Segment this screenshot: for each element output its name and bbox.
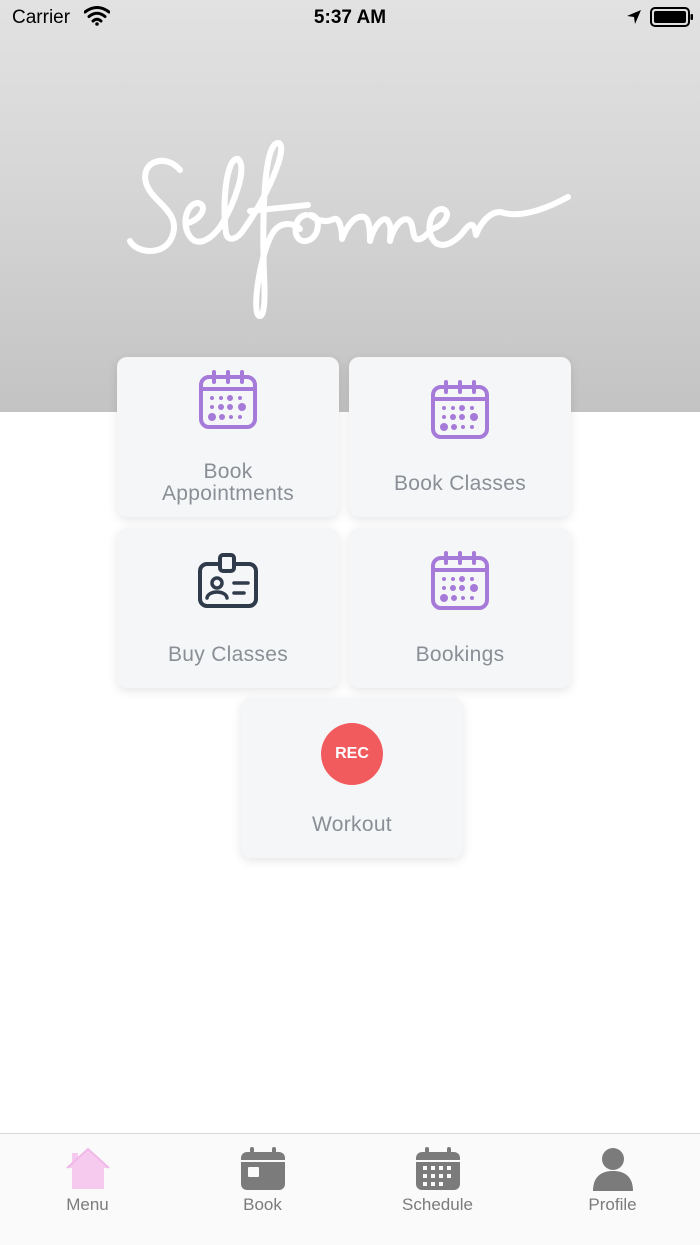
tab-profile[interactable]: Profile xyxy=(525,1134,700,1234)
status-time: 5:37 AM xyxy=(313,7,387,28)
status-bar: Carrier 5:37 AM xyxy=(0,0,700,40)
calendar-dots-icon xyxy=(431,380,489,439)
tile-label: Book Classes xyxy=(394,472,526,495)
tab-label: Book xyxy=(243,1195,282,1214)
tile-label: Bookings xyxy=(415,643,505,666)
home-icon xyxy=(66,1147,110,1189)
header-banner: Carrier 5:37 AM xyxy=(0,0,700,412)
buy-classes-tile[interactable]: Buy Classes xyxy=(117,528,339,688)
rec-badge: REC xyxy=(321,723,383,785)
book-appointments-tile[interactable]: Book Appointments xyxy=(117,357,339,517)
tab-label: Schedule xyxy=(402,1195,473,1214)
tab-menu[interactable]: Menu xyxy=(0,1134,175,1234)
tab-label: Menu xyxy=(66,1195,109,1214)
tile-label: Workout xyxy=(312,813,392,836)
calendar-icon xyxy=(241,1147,285,1190)
tab-schedule[interactable]: Schedule xyxy=(350,1134,525,1234)
tab-label: Profile xyxy=(588,1195,637,1214)
location-arrow-icon xyxy=(627,10,641,24)
id-card-icon xyxy=(198,553,258,608)
calendar-dots-icon xyxy=(199,370,257,429)
tile-label: Buy Classes xyxy=(167,643,288,666)
brand-logo xyxy=(127,140,571,319)
tab-book[interactable]: Book xyxy=(175,1134,350,1234)
calendar-dots-icon xyxy=(431,551,489,610)
tab-bar: Menu Book Schedule Profile xyxy=(0,1133,700,1245)
workout-tile[interactable]: REC Workout xyxy=(241,698,463,858)
tile-label: Book Appointments xyxy=(161,460,294,505)
bookings-tile[interactable]: Bookings xyxy=(349,528,571,688)
book-classes-tile[interactable]: Book Classes xyxy=(349,357,571,517)
calendar-grid-icon xyxy=(416,1147,460,1190)
battery-icon xyxy=(650,7,693,27)
person-icon xyxy=(593,1148,633,1191)
